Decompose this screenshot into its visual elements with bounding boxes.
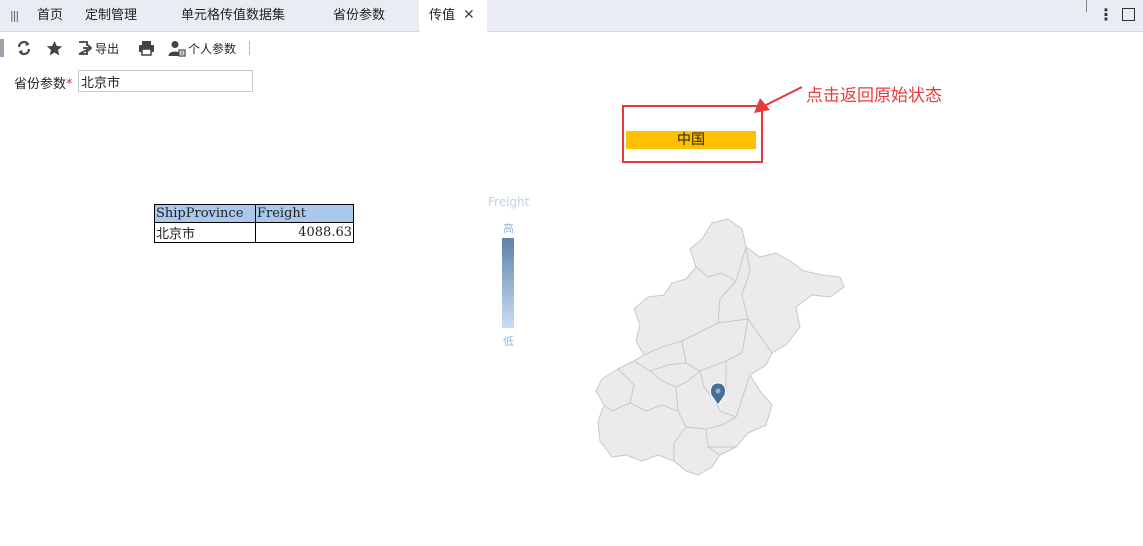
print-icon <box>139 41 154 56</box>
table-header-row: ShipProvince Freight <box>154 204 354 223</box>
annotation-text: 点击返回原始状态 <box>806 86 942 106</box>
map-region <box>595 218 845 476</box>
legend-high-label: 高 <box>503 222 514 235</box>
close-icon[interactable]: ✕ <box>463 7 475 23</box>
tab-province-param[interactable]: 省份参数 <box>323 0 395 31</box>
export-icon <box>78 41 93 55</box>
star-icon <box>46 40 63 55</box>
divider <box>1086 0 1087 12</box>
legend-gradient-bar[interactable] <box>502 238 514 328</box>
freight-table: ShipProvince Freight 北京市 4088.63 <box>154 204 354 243</box>
tab-bar: ||| 首页 定制管理 单元格传值数据集 省份参数 传值 ✕ ⋮ <box>0 0 1143 32</box>
tab-label: 单元格传值数据集 <box>181 8 286 23</box>
tab-custom-management[interactable]: 定制管理 <box>75 0 147 31</box>
param-label-text: 省份参数 <box>14 77 67 92</box>
tab-label: 定制管理 <box>85 8 138 23</box>
tab-label: 首页 <box>37 8 64 23</box>
column-header: Freight <box>255 204 354 223</box>
favorite-button[interactable] <box>46 35 63 61</box>
tab-label: 省份参数 <box>333 8 386 23</box>
export-button[interactable]: 导出 <box>77 35 119 61</box>
toolbar: 导出 个人参数 <box>0 35 260 61</box>
personal-params-button[interactable]: 个人参数 <box>168 35 236 61</box>
annotation-arrow-icon <box>754 86 803 113</box>
province-param-input[interactable] <box>78 70 253 92</box>
tab-label: 传值 <box>429 8 456 23</box>
table-cell: 4088.63 <box>255 222 354 243</box>
user-settings-icon <box>168 40 186 57</box>
tab-cell-dataset[interactable]: 单元格传值数据集 <box>171 0 295 31</box>
print-button[interactable] <box>138 35 155 61</box>
table-row: 北京市 4088.63 <box>154 222 354 243</box>
table-cell[interactable]: 北京市 <box>154 222 256 243</box>
menu-grip-icon[interactable]: ||| <box>10 9 19 22</box>
back-to-china-button[interactable]: 中国 <box>626 131 756 149</box>
personal-params-label: 个人参数 <box>188 41 237 56</box>
legend-low-label: 低 <box>503 335 514 348</box>
tab-pass-value[interactable]: 传值 ✕ <box>419 0 487 32</box>
required-mark: * <box>66 77 73 92</box>
param-label: 省份参数* <box>14 73 73 92</box>
refresh-button[interactable] <box>16 35 32 61</box>
maximize-icon[interactable] <box>1122 8 1135 21</box>
legend-title: Freight <box>488 195 530 209</box>
more-options-icon[interactable]: ⋮ <box>1098 5 1114 24</box>
divider <box>249 41 250 55</box>
export-label: 导出 <box>95 41 120 56</box>
tab-home[interactable]: 首页 <box>27 0 73 31</box>
beijing-map[interactable] <box>590 215 850 477</box>
refresh-icon <box>17 40 31 56</box>
column-header: ShipProvince <box>154 204 256 223</box>
